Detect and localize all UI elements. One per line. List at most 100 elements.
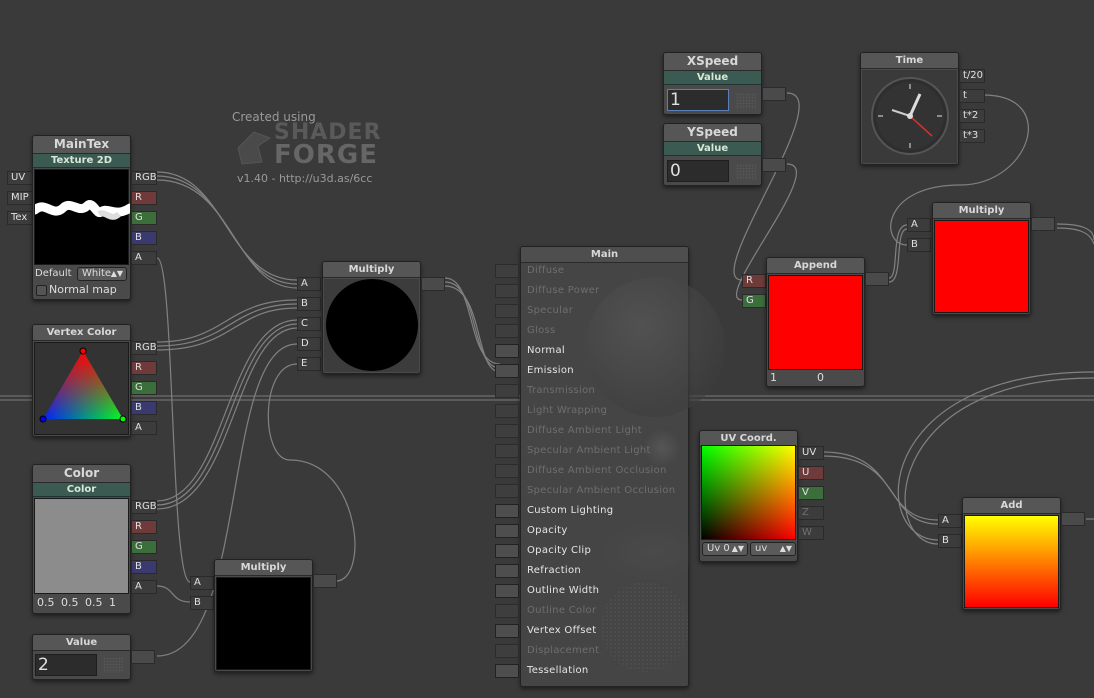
maintex-node[interactable]: MainTex Texture 2D Default White ▲▼ Norma…: [30, 135, 135, 300]
maintex-output-r[interactable]: R: [131, 191, 157, 205]
value-node[interactable]: Value 2: [32, 634, 131, 680]
main-input-port[interactable]: [495, 404, 519, 418]
maintex-input-uv[interactable]: UV: [7, 171, 33, 185]
multiply-bottom-input-b[interactable]: B: [190, 596, 214, 610]
append-input-r[interactable]: R: [742, 274, 766, 288]
uv-coord-output-w[interactable]: W: [798, 526, 824, 540]
main-input-row[interactable]: Gloss: [495, 321, 688, 341]
vertex-color-output-b[interactable]: B: [131, 401, 157, 415]
add-node[interactable]: Add: [962, 497, 1061, 610]
vertex-color-node[interactable]: Vertex Color: [32, 324, 131, 437]
uv-coord-node[interactable]: UV Coord. Uv 0 ▲▼ uv ▲▼: [699, 430, 798, 562]
main-input-port[interactable]: [495, 504, 519, 518]
xspeed-output[interactable]: [762, 87, 786, 101]
main-input-port[interactable]: [495, 284, 519, 298]
main-input-row[interactable]: Vertex Offset: [495, 621, 688, 641]
color-a-value[interactable]: 1: [109, 596, 116, 609]
value-input[interactable]: 2: [35, 654, 97, 676]
main-input-port[interactable]: [495, 604, 519, 618]
main-input-port[interactable]: [495, 384, 519, 398]
multiply-bottom-node[interactable]: Multiply: [214, 559, 313, 672]
add-input-b[interactable]: B: [938, 534, 962, 548]
yspeed-output[interactable]: [762, 158, 786, 172]
xspeed-node[interactable]: XSpeed Value 1: [663, 52, 762, 115]
main-input-row[interactable]: Displacement: [495, 641, 688, 661]
time-output-t20[interactable]: t/20: [959, 69, 985, 83]
main-input-port[interactable]: [495, 584, 519, 598]
add-input-a[interactable]: A: [938, 514, 962, 528]
main-input-port[interactable]: [495, 484, 519, 498]
multiply-main-output[interactable]: [421, 277, 445, 291]
maintex-output-rgb[interactable]: RGB: [131, 171, 157, 185]
yspeed-value-input[interactable]: 0: [667, 160, 729, 182]
xspeed-value-input[interactable]: 1: [667, 89, 729, 111]
main-input-port[interactable]: [495, 564, 519, 578]
color-b-value[interactable]: 0.5: [85, 596, 103, 609]
color-output-b[interactable]: B: [131, 560, 157, 574]
main-output-node[interactable]: Main Diffuse Diffuse Power Specular Gloss No…: [495, 246, 725, 687]
time-output-t[interactable]: t: [959, 89, 985, 103]
main-input-row[interactable]: Opacity: [495, 521, 688, 541]
main-input-port[interactable]: [495, 444, 519, 458]
uv-coord-output-u[interactable]: U: [798, 466, 824, 480]
normal-map-checkbox[interactable]: [36, 285, 47, 296]
time-output-t3[interactable]: t*3: [959, 129, 985, 143]
main-input-port[interactable]: [495, 464, 519, 478]
main-input-row[interactable]: Diffuse Power: [495, 281, 688, 301]
main-input-row[interactable]: Specular Ambient Occlusion: [495, 481, 688, 501]
main-input-row[interactable]: Outline Color: [495, 601, 688, 621]
multiply-bottom-output[interactable]: [313, 574, 337, 588]
multiply-main-input-e[interactable]: E: [297, 357, 321, 371]
color-node[interactable]: Color Color 0.5 0.5 0.5 1: [32, 464, 131, 614]
time-output-t2[interactable]: t*2: [959, 109, 985, 123]
main-input-row[interactable]: Specular: [495, 301, 688, 321]
main-input-row[interactable]: Tessellation: [495, 661, 688, 681]
yspeed-node[interactable]: YSpeed Value 0: [663, 123, 762, 186]
main-input-row[interactable]: Light Wrapping: [495, 401, 688, 421]
time-node[interactable]: Time: [860, 52, 959, 165]
multiply-main-node[interactable]: Multiply: [322, 261, 421, 374]
value-drag-grip[interactable]: [103, 657, 123, 673]
maintex-default-dropdown[interactable]: White ▲▼: [77, 267, 127, 281]
append-input-g[interactable]: G: [742, 294, 766, 308]
vertex-color-output-rgb[interactable]: RGB: [131, 341, 157, 355]
main-input-row[interactable]: Diffuse Ambient Occlusion: [495, 461, 688, 481]
uv-mode-dropdown[interactable]: uv ▲▼: [750, 542, 796, 556]
main-input-row[interactable]: Specular Ambient Light: [495, 441, 688, 461]
main-input-port[interactable]: [495, 644, 519, 658]
yspeed-drag-grip[interactable]: [736, 164, 756, 180]
add-output[interactable]: [1061, 512, 1085, 526]
main-input-row[interactable]: Diffuse: [495, 261, 688, 281]
main-input-port[interactable]: [495, 304, 519, 318]
vertex-color-output-g[interactable]: G: [131, 381, 157, 395]
main-input-row[interactable]: Refraction: [495, 561, 688, 581]
color-g-value[interactable]: 0.5: [61, 596, 79, 609]
maintex-input-mip[interactable]: MIP: [7, 191, 33, 205]
multiply-main-input-b[interactable]: B: [297, 297, 321, 311]
multiply-tr-output[interactable]: [1031, 217, 1055, 231]
vertex-color-output-r[interactable]: R: [131, 361, 157, 375]
main-input-row[interactable]: Transmission: [495, 381, 688, 401]
main-input-row[interactable]: Opacity Clip: [495, 541, 688, 561]
main-input-port[interactable]: [495, 364, 519, 378]
append-output[interactable]: [865, 272, 889, 286]
multiply-tr-input-b[interactable]: B: [907, 238, 931, 252]
main-input-port[interactable]: [495, 664, 519, 678]
multiply-bottom-input-a[interactable]: A: [190, 576, 214, 590]
main-input-port[interactable]: [495, 344, 519, 358]
color-swatch[interactable]: [34, 498, 129, 594]
main-input-port[interactable]: [495, 324, 519, 338]
maintex-output-a[interactable]: A: [131, 251, 157, 265]
main-input-row[interactable]: Custom Lighting: [495, 501, 688, 521]
main-input-port[interactable]: [495, 424, 519, 438]
color-output-g[interactable]: G: [131, 540, 157, 554]
main-input-port[interactable]: [495, 624, 519, 638]
color-r-value[interactable]: 0.5: [37, 596, 55, 609]
multiply-main-input-d[interactable]: D: [297, 337, 321, 351]
uv-coord-output-uv[interactable]: UV: [798, 446, 824, 460]
maintex-output-g[interactable]: G: [131, 211, 157, 225]
main-input-row[interactable]: Outline Width: [495, 581, 688, 601]
maintex-output-b[interactable]: B: [131, 231, 157, 245]
main-input-row[interactable]: Normal: [495, 341, 688, 361]
multiply-tr-input-a[interactable]: A: [907, 218, 931, 232]
